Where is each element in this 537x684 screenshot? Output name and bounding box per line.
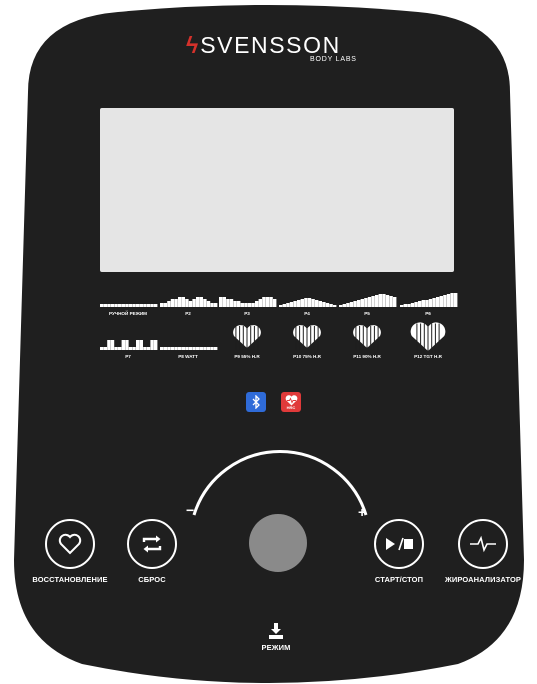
heart-pulse-icon — [285, 394, 297, 405]
program-label-manual: РУЧНОЙ РЕЖИМ — [109, 311, 147, 316]
program-label-p11: P11 90% H.R — [353, 354, 381, 359]
program-label-p6: P6 — [425, 311, 431, 316]
body-fat-label: ЖИРОАНАЛИЗАТОР — [444, 575, 522, 584]
brand-logo: ϟSVENSSON — [186, 32, 341, 58]
body-fat-button[interactable] — [458, 519, 508, 569]
dial-plus-sign: + — [358, 504, 367, 520]
mode-label: РЕЖИМ — [261, 643, 291, 652]
program-label-p12: P12 TGT H.R — [414, 354, 442, 359]
reset-icon — [142, 535, 162, 553]
program-label-p4: P4 — [304, 311, 310, 316]
hrc-badge: HRC — [281, 392, 301, 412]
recovery-button[interactable] — [45, 519, 95, 569]
dial-minus-sign: − — [186, 502, 195, 518]
pulse-line-icon — [470, 535, 496, 553]
program-label-p9: P9 55% H.R — [234, 354, 260, 359]
bluetooth-badge — [246, 392, 266, 412]
recovery-label: ВОССТАНОВЛЕНИЕ — [32, 575, 108, 584]
bluetooth-icon — [252, 395, 260, 409]
start-stop-button[interactable] — [374, 519, 424, 569]
reset-label: СБРОС — [138, 575, 166, 584]
reset-button[interactable] — [127, 519, 177, 569]
program-label-p7: P7 — [125, 354, 131, 359]
program-label-p2: P2 — [185, 311, 191, 316]
program-label-p10: P10 75% H.R — [293, 354, 321, 359]
resistance-knob[interactable] — [249, 514, 307, 572]
program-label-p5: P5 — [364, 311, 370, 316]
mode-button[interactable] — [266, 622, 286, 640]
start-stop-label: СТАРТ/СТОП — [374, 575, 424, 584]
program-label-p8: P8 WATT — [178, 354, 198, 359]
mode-icon — [269, 623, 283, 639]
heart-icon — [58, 533, 82, 555]
program-label-p3: P3 — [244, 311, 250, 316]
lcd-display — [100, 108, 454, 272]
hrc-label: HRC — [286, 404, 296, 410]
brand-subtitle: BODY LABS — [310, 56, 357, 63]
play-stop-icon — [386, 537, 413, 551]
